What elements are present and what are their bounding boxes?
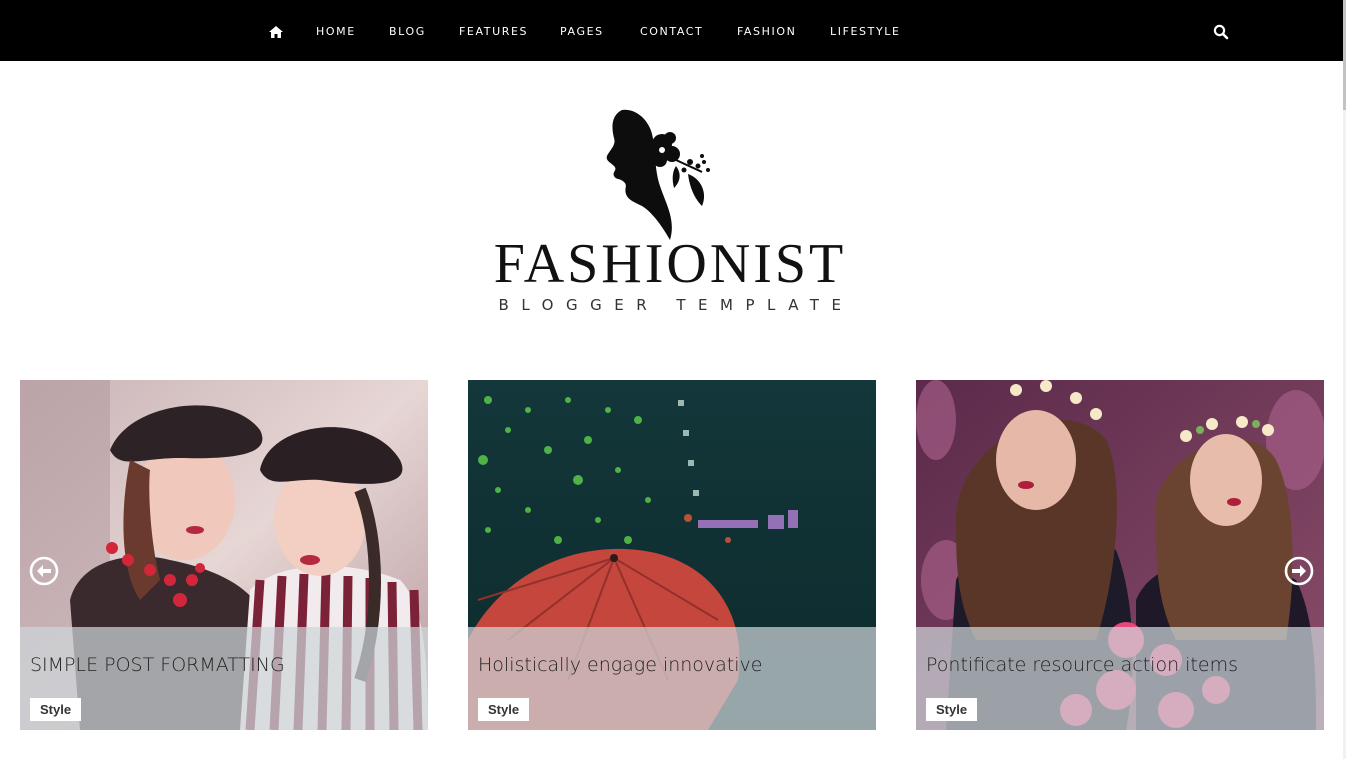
search-icon[interactable] — [1213, 24, 1229, 40]
slider-post-card[interactable]: SIMPLE POST FORMATTING Style — [20, 380, 428, 730]
post-title[interactable]: Holistically engage innovative — [478, 654, 762, 676]
slider-post-card[interactable]: Pontificate resource action items Style — [916, 380, 1324, 730]
post-tag[interactable]: Style — [30, 698, 82, 721]
nav-item-pages[interactable]: PAGES — [560, 25, 604, 38]
nav-item-home[interactable]: HOME — [316, 25, 356, 38]
nav-item-blog[interactable]: BLOG — [389, 25, 426, 38]
post-caption-overlay — [20, 627, 428, 730]
top-navigation: HOME BLOG FEATURES PAGES CONTACT FASHION… — [0, 0, 1343, 61]
logo-title: FASHIONIST — [493, 233, 847, 295]
nav-item-features[interactable]: FEATURES — [459, 25, 528, 38]
post-caption-overlay — [468, 627, 876, 730]
post-title[interactable]: SIMPLE POST FORMATTING — [30, 654, 285, 676]
post-tag[interactable]: Style — [478, 698, 530, 721]
woman-silhouette-logo-icon — [606, 109, 710, 240]
nav-item-lifestyle[interactable]: LIFESTYLE — [830, 25, 901, 38]
nav-item-contact[interactable]: CONTACT — [640, 25, 703, 38]
logo-subtitle: BLOGGER TEMPLATE — [498, 296, 854, 314]
post-title[interactable]: Pontificate resource action items — [926, 654, 1238, 676]
nav-item-fashion[interactable]: FASHION — [737, 25, 796, 38]
slider-post-card[interactable]: Holistically engage innovative Style — [468, 380, 876, 730]
post-tag[interactable]: Style — [926, 698, 978, 721]
arrow-left-circle-icon[interactable] — [29, 556, 59, 586]
post-caption-overlay — [916, 627, 1324, 730]
arrow-right-circle-icon[interactable] — [1284, 556, 1314, 586]
site-logo[interactable]: FASHIONIST BLOGGER TEMPLATE — [480, 104, 860, 320]
home-icon[interactable] — [269, 26, 283, 38]
